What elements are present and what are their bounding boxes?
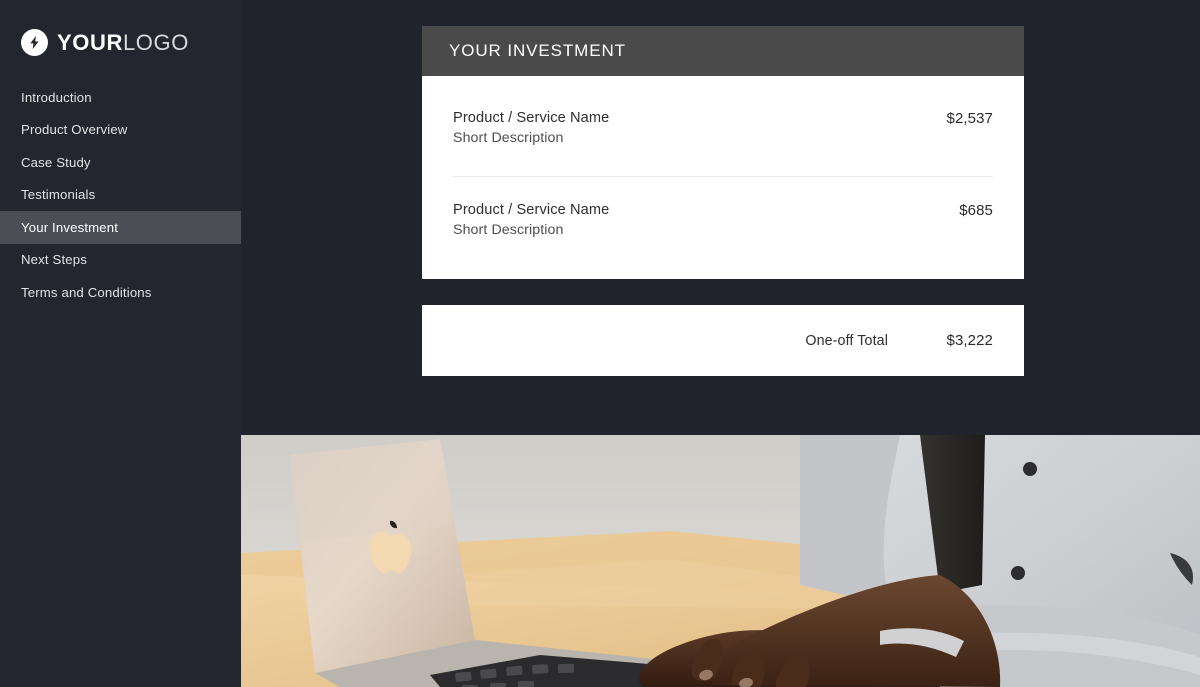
logo[interactable]: YOURLOGO — [21, 28, 189, 57]
line-item: Product / Service Name Short Description… — [453, 176, 993, 279]
line-item-price: $685 — [959, 202, 993, 219]
sidebar-item-label: Product Overview — [21, 122, 128, 138]
sidebar-item-introduction[interactable]: Introduction — [0, 81, 241, 114]
lightning-bolt-icon — [21, 29, 48, 56]
sidebar-nav: Introduction Product Overview Case Study… — [0, 81, 241, 309]
sidebar-item-label: Case Study — [21, 154, 91, 170]
sidebar-item-case-study[interactable]: Case Study — [0, 146, 241, 179]
logo-text-bold: YOUR — [57, 29, 123, 55]
sidebar-item-label: Testimonials — [21, 187, 96, 203]
main-content: YOUR INVESTMENT Product / Service Name S… — [422, 26, 1024, 376]
line-item-description: Short Description — [453, 130, 564, 146]
investment-card: YOUR INVESTMENT Product / Service Name S… — [422, 26, 1024, 279]
proposal-page: YOURLOGO Introduction Product Overview C… — [0, 0, 1200, 687]
total-card: One-off Total $3,222 — [422, 305, 1024, 376]
sidebar-item-your-investment[interactable]: Your Investment — [0, 211, 241, 244]
total-value: $3,222 — [946, 332, 993, 349]
line-item: Product / Service Name Short Description… — [453, 76, 993, 176]
line-item-text: Product / Service Name Short Description — [453, 109, 609, 148]
sidebar-item-label: Terms and Conditions — [21, 284, 152, 300]
sidebar-item-label: Introduction — [21, 89, 92, 105]
sidebar-item-next-steps[interactable]: Next Steps — [0, 244, 241, 277]
line-item-name: Product / Service Name — [453, 110, 610, 126]
hero-photo — [240, 435, 1200, 687]
line-item-list: Product / Service Name Short Description… — [422, 76, 1024, 279]
sidebar-item-terms-and-conditions[interactable]: Terms and Conditions — [0, 276, 241, 309]
sidebar-item-testimonials[interactable]: Testimonials — [0, 179, 241, 212]
line-item-description: Short Description — [453, 222, 564, 238]
line-item-price: $2,537 — [946, 110, 993, 127]
page-title: YOUR INVESTMENT — [449, 41, 626, 60]
sidebar: YOURLOGO Introduction Product Overview C… — [0, 0, 241, 687]
sidebar-item-product-overview[interactable]: Product Overview — [0, 114, 241, 147]
sidebar-item-label: Your Investment — [21, 219, 119, 235]
total-label: One-off Total — [805, 332, 888, 349]
line-item-text: Product / Service Name Short Description — [453, 201, 609, 240]
investment-card-header: YOUR INVESTMENT — [422, 26, 1024, 76]
logo-text-light: LOGO — [122, 29, 189, 55]
line-item-name: Product / Service Name — [453, 202, 610, 218]
sidebar-item-label: Next Steps — [21, 252, 88, 268]
logo-text: YOURLOGO — [57, 29, 189, 55]
